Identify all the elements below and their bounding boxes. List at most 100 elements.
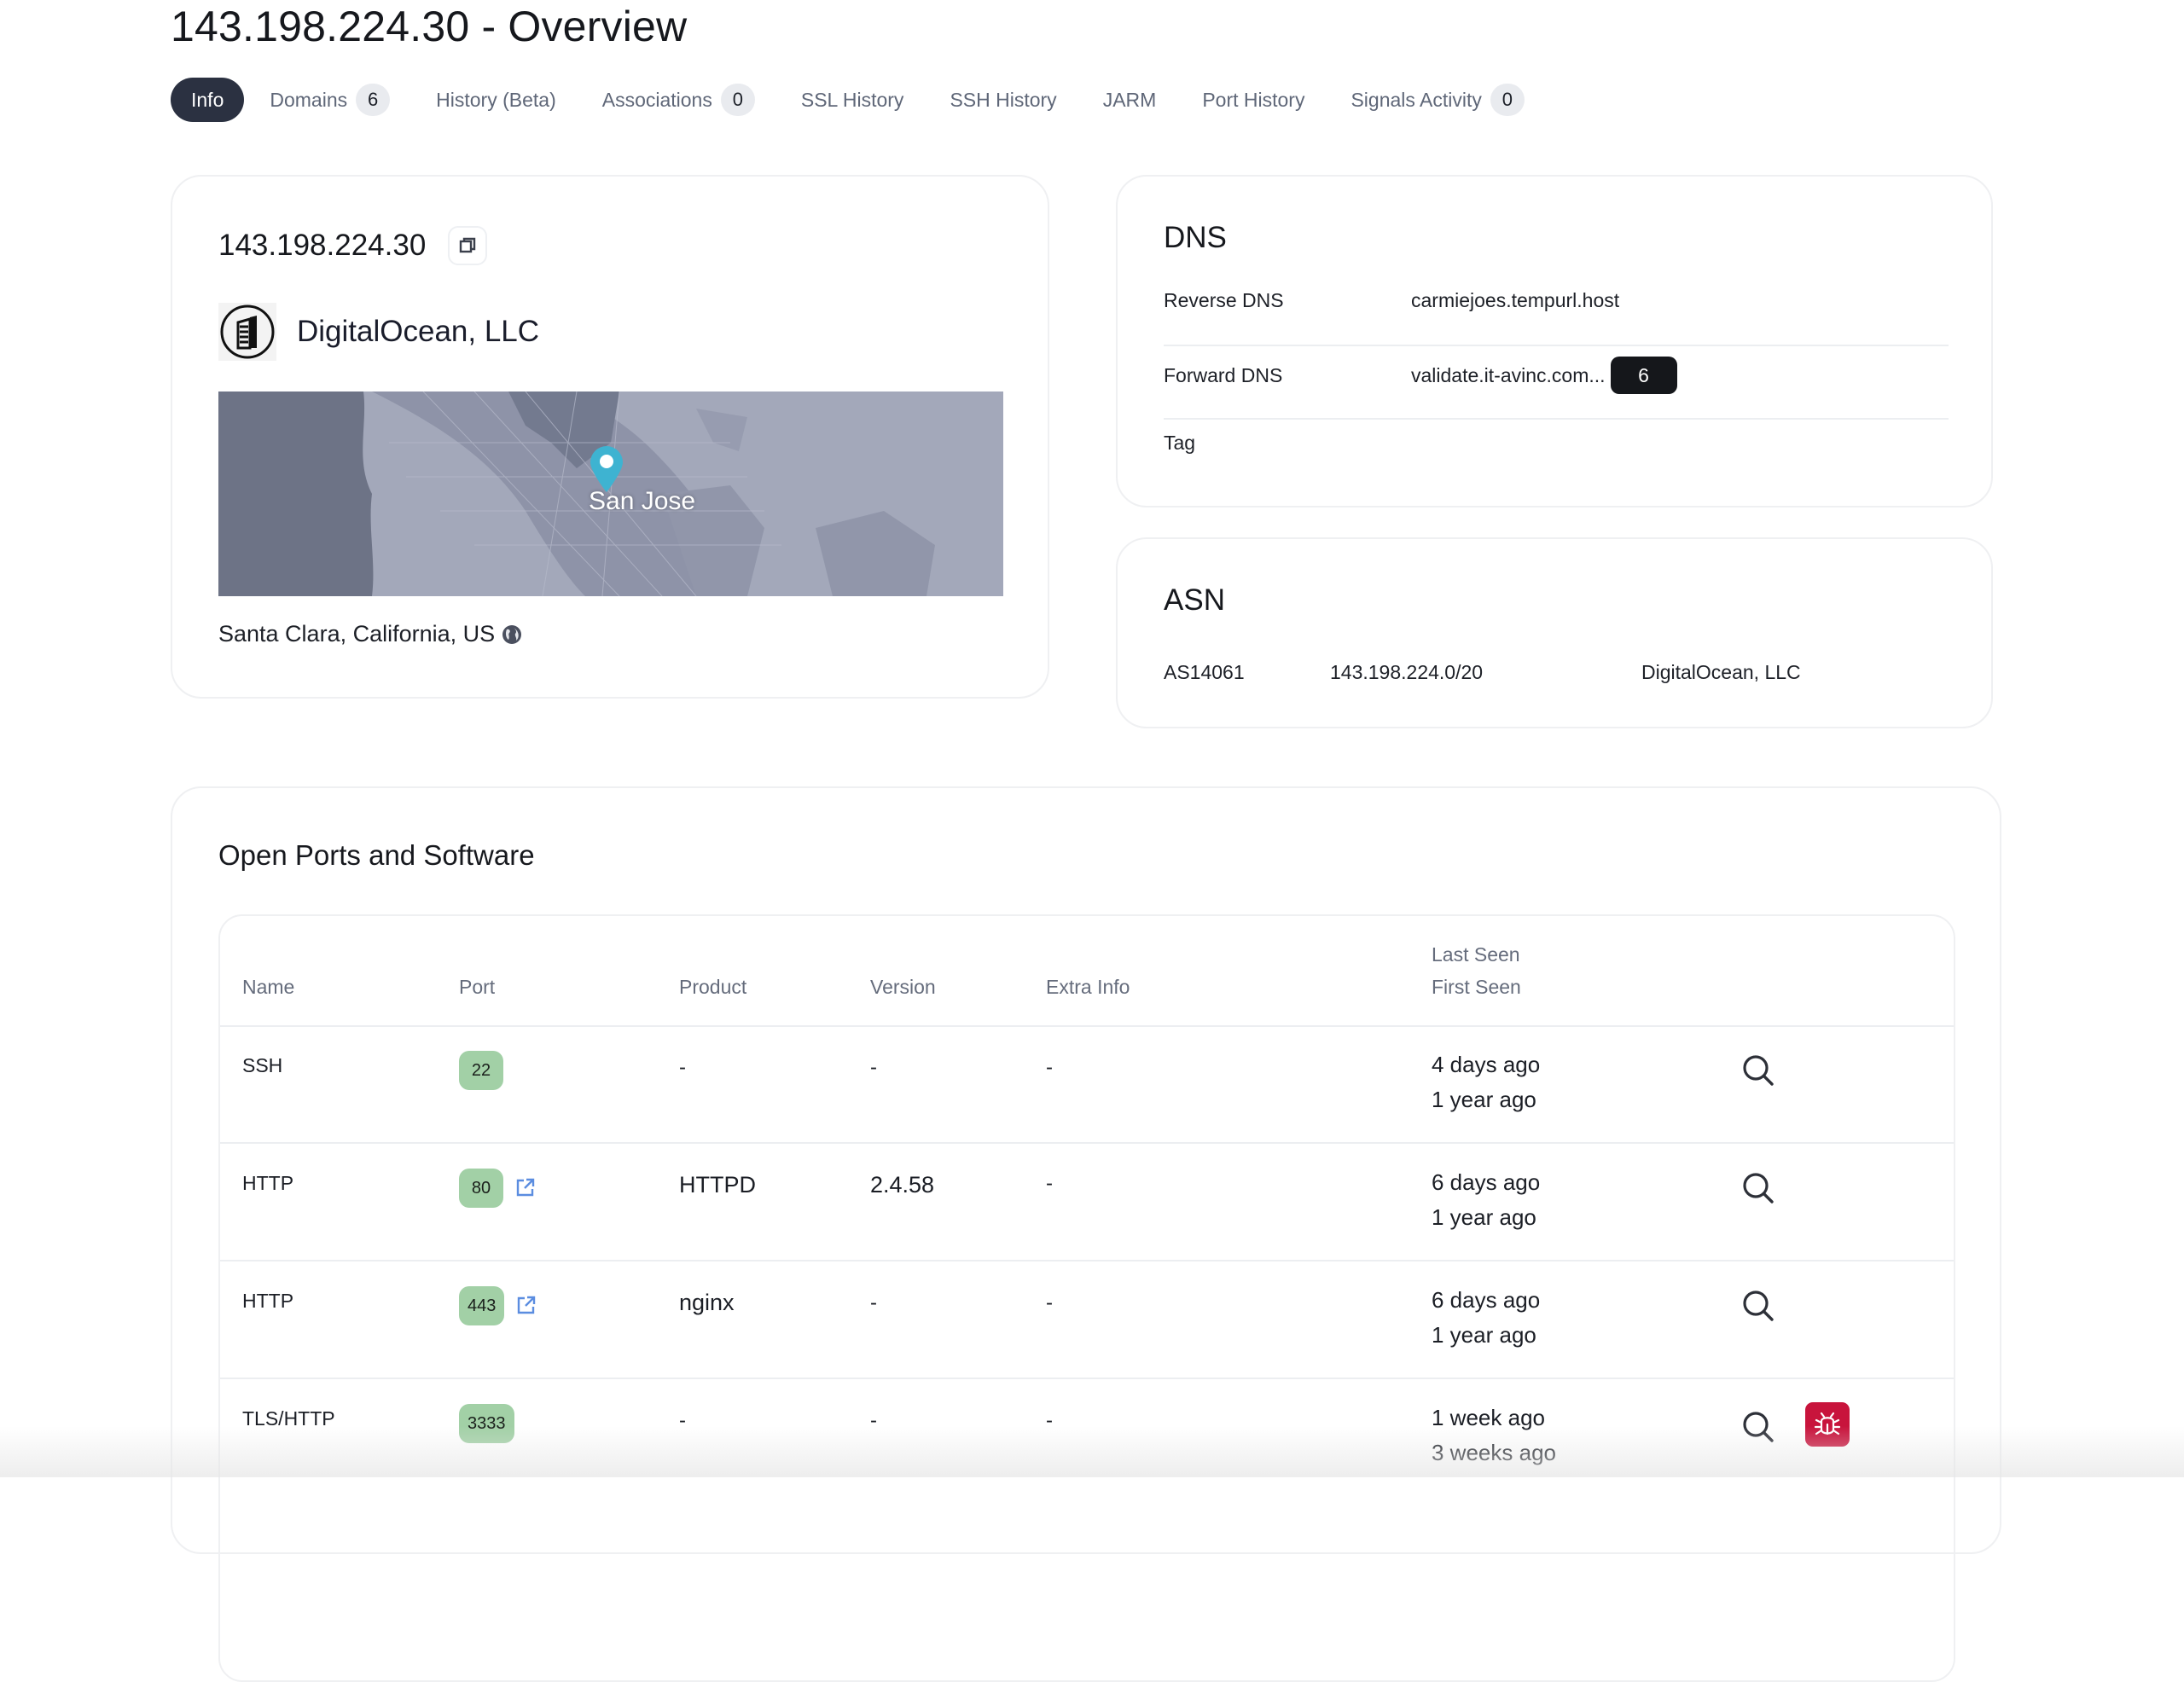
- tab-jarm[interactable]: JARM: [1103, 78, 1157, 122]
- search-icon: [1743, 1055, 1774, 1086]
- building-icon: [220, 304, 275, 359]
- organization-logo: [218, 303, 276, 361]
- first-seen: 1 year ago: [1432, 1087, 1536, 1112]
- external-link-icon[interactable]: [516, 1295, 537, 1315]
- tab-count-badge: 0: [720, 84, 755, 116]
- tab-info[interactable]: Info: [171, 78, 245, 122]
- asn-title: ASN: [1164, 583, 1225, 617]
- dns-row-forward: Forward DNS validate.it-avinc.com... 6: [1164, 354, 1949, 397]
- service-name: HTTP: [242, 1172, 294, 1194]
- product: -: [679, 1409, 686, 1432]
- dns-key: Reverse DNS: [1164, 288, 1284, 311]
- copy-icon: [460, 237, 476, 253]
- ip-address: 143.198.224.30: [218, 229, 427, 262]
- product: nginx: [679, 1290, 735, 1315]
- column-header-first-seen: First Seen: [1432, 976, 1521, 998]
- tab-label: SSH History: [950, 88, 1057, 111]
- service-name: SSH: [242, 1054, 283, 1076]
- external-link-icon[interactable]: [515, 1177, 536, 1198]
- tab-ssl-history[interactable]: SSL History: [801, 78, 904, 122]
- divider: [220, 1378, 1954, 1379]
- port-badge[interactable]: 3333: [459, 1404, 514, 1443]
- location-map[interactable]: San Jose: [218, 392, 1003, 596]
- globe-icon: [502, 624, 522, 644]
- product: -: [679, 1056, 686, 1079]
- asn-org: DigitalOcean, LLC: [1641, 661, 1801, 683]
- first-seen: 3 weeks ago: [1432, 1440, 1556, 1465]
- search-button[interactable]: [1740, 1053, 1776, 1093]
- asn-number[interactable]: AS14061: [1164, 661, 1245, 684]
- dns-row-reverse: Reverse DNS carmiejoes.tempurl.host: [1164, 287, 1949, 313]
- ports-table: Name Port Product Version Extra Info Las…: [218, 914, 1955, 1682]
- forward-dns-count-badge[interactable]: 6: [1610, 357, 1677, 394]
- tab-label: SSL History: [800, 88, 904, 111]
- extra-info: -: [1046, 1056, 1053, 1079]
- tab-bar: Info Domains 6 History (Beta) Association…: [171, 78, 1571, 122]
- last-seen: 6 days ago: [1432, 1169, 1541, 1195]
- search-icon: [1743, 1173, 1774, 1204]
- divider: [220, 1260, 1954, 1262]
- tab-port-history[interactable]: Port History: [1202, 78, 1304, 122]
- column-header-product: Product: [679, 976, 747, 998]
- tab-label: Associations: [601, 88, 712, 111]
- column-header-version: Version: [870, 976, 936, 998]
- tab-label: Port History: [1202, 88, 1305, 111]
- service-name: HTTP: [242, 1290, 294, 1312]
- dns-value: carmiejoes.tempurl.host: [1411, 288, 1620, 311]
- divider: [1164, 418, 1949, 420]
- extra-info: -: [1046, 1291, 1053, 1314]
- search-button[interactable]: [1740, 1409, 1776, 1449]
- column-header-extra-info: Extra Info: [1046, 976, 1130, 998]
- port-badge[interactable]: 22: [459, 1051, 503, 1090]
- tab-count-badge: 0: [1490, 84, 1525, 116]
- dns-value[interactable]: validate.it-avinc.com...: [1411, 364, 1606, 387]
- organization-name: DigitalOcean, LLC: [297, 315, 540, 348]
- bug-icon: [1814, 1412, 1841, 1436]
- version: -: [870, 1409, 877, 1432]
- ip-info-card: 143.198.224.30 DigitalOcean, LLC San Jos…: [171, 175, 1049, 699]
- divider: [1164, 345, 1949, 346]
- search-button[interactable]: [1740, 1170, 1776, 1210]
- tab-associations[interactable]: Associations 0: [602, 78, 755, 122]
- version: -: [870, 1291, 877, 1314]
- divider: [220, 1142, 1954, 1144]
- column-header-name: Name: [242, 976, 295, 998]
- location: Santa Clara, California, US: [218, 621, 522, 647]
- dns-card: DNS Reverse DNS carmiejoes.tempurl.host …: [1116, 175, 1993, 508]
- search-button[interactable]: [1740, 1288, 1776, 1328]
- version: 2.4.58: [870, 1172, 935, 1198]
- open-ports-title: Open Ports and Software: [218, 839, 535, 871]
- tab-domains[interactable]: Domains 6: [270, 78, 391, 122]
- search-icon: [1743, 1412, 1774, 1442]
- dns-title: DNS: [1164, 221, 1227, 254]
- tab-label: Info: [191, 88, 224, 111]
- version: -: [870, 1056, 877, 1079]
- column-header-last-seen: Last Seen: [1432, 943, 1520, 966]
- asn-card: ASN AS14061 143.198.224.0/20 DigitalOcea…: [1116, 537, 1993, 728]
- copy-button[interactable]: [448, 226, 488, 265]
- tab-label: JARM: [1102, 88, 1157, 111]
- tab-ssh-history[interactable]: SSH History: [950, 78, 1056, 122]
- location-text: Santa Clara, California, US: [218, 621, 496, 647]
- tab-history[interactable]: History (Beta): [436, 78, 556, 122]
- dns-row-tag: Tag: [1164, 430, 1949, 455]
- port-badge[interactable]: 80: [459, 1169, 503, 1208]
- map-city-label: San Jose: [589, 487, 696, 515]
- dns-key: Forward DNS: [1164, 363, 1283, 386]
- vulnerability-button[interactable]: [1805, 1402, 1850, 1447]
- tab-label: Signals Activity: [1350, 88, 1482, 111]
- search-icon: [1743, 1290, 1774, 1321]
- tab-count-badge: 6: [356, 84, 391, 116]
- tab-signals-activity[interactable]: Signals Activity 0: [1350, 78, 1525, 122]
- last-seen: 6 days ago: [1432, 1287, 1541, 1313]
- last-seen: 4 days ago: [1432, 1052, 1541, 1077]
- page-title: 143.198.224.30 - Overview: [171, 3, 688, 50]
- column-header-port: Port: [459, 976, 496, 998]
- product: HTTPD: [679, 1172, 756, 1198]
- first-seen: 1 year ago: [1432, 1322, 1536, 1348]
- tab-label: History (Beta): [436, 88, 556, 111]
- port-badge[interactable]: 443: [459, 1286, 505, 1325]
- tab-label: Domains: [270, 88, 348, 111]
- asn-range[interactable]: 143.198.224.0/20: [1330, 661, 1483, 684]
- divider: [220, 1025, 1954, 1027]
